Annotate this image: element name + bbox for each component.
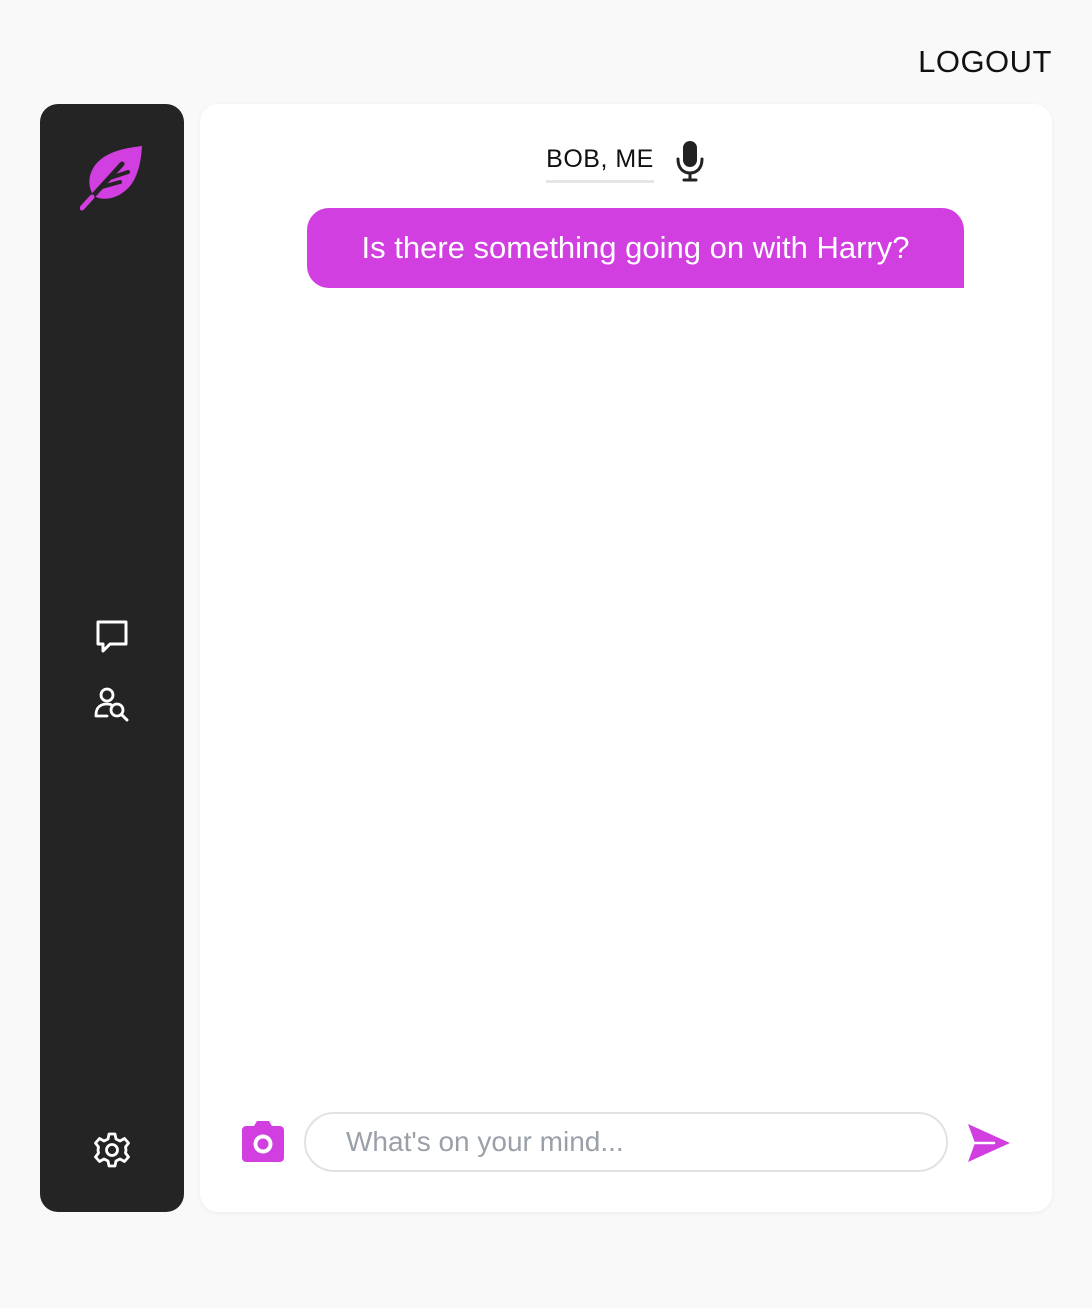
message-square-icon bbox=[93, 617, 131, 660]
microphone-icon[interactable] bbox=[674, 139, 706, 183]
gear-icon bbox=[93, 1131, 131, 1174]
sidebar-item-find-user[interactable] bbox=[90, 684, 134, 728]
sidebar bbox=[40, 104, 184, 1212]
chat-panel: BOB, ME Is there something going on with… bbox=[200, 104, 1052, 1212]
message-bubble-outgoing: Is there something going on with Harry? bbox=[307, 208, 964, 288]
settings-button[interactable] bbox=[90, 1130, 134, 1174]
sidebar-item-chats[interactable] bbox=[90, 616, 134, 660]
message-composer bbox=[240, 1112, 1012, 1172]
message-text: Is there something going on with Harry? bbox=[361, 230, 910, 265]
chat-participants[interactable]: BOB, ME bbox=[546, 142, 654, 183]
user-search-icon bbox=[93, 685, 131, 728]
logout-button[interactable]: LOGOUT bbox=[918, 44, 1052, 80]
send-icon[interactable] bbox=[966, 1122, 1012, 1164]
chat-header: BOB, ME bbox=[200, 139, 1052, 183]
feather-icon[interactable] bbox=[79, 142, 146, 212]
camera-icon[interactable] bbox=[240, 1120, 286, 1164]
message-input[interactable] bbox=[304, 1112, 948, 1172]
